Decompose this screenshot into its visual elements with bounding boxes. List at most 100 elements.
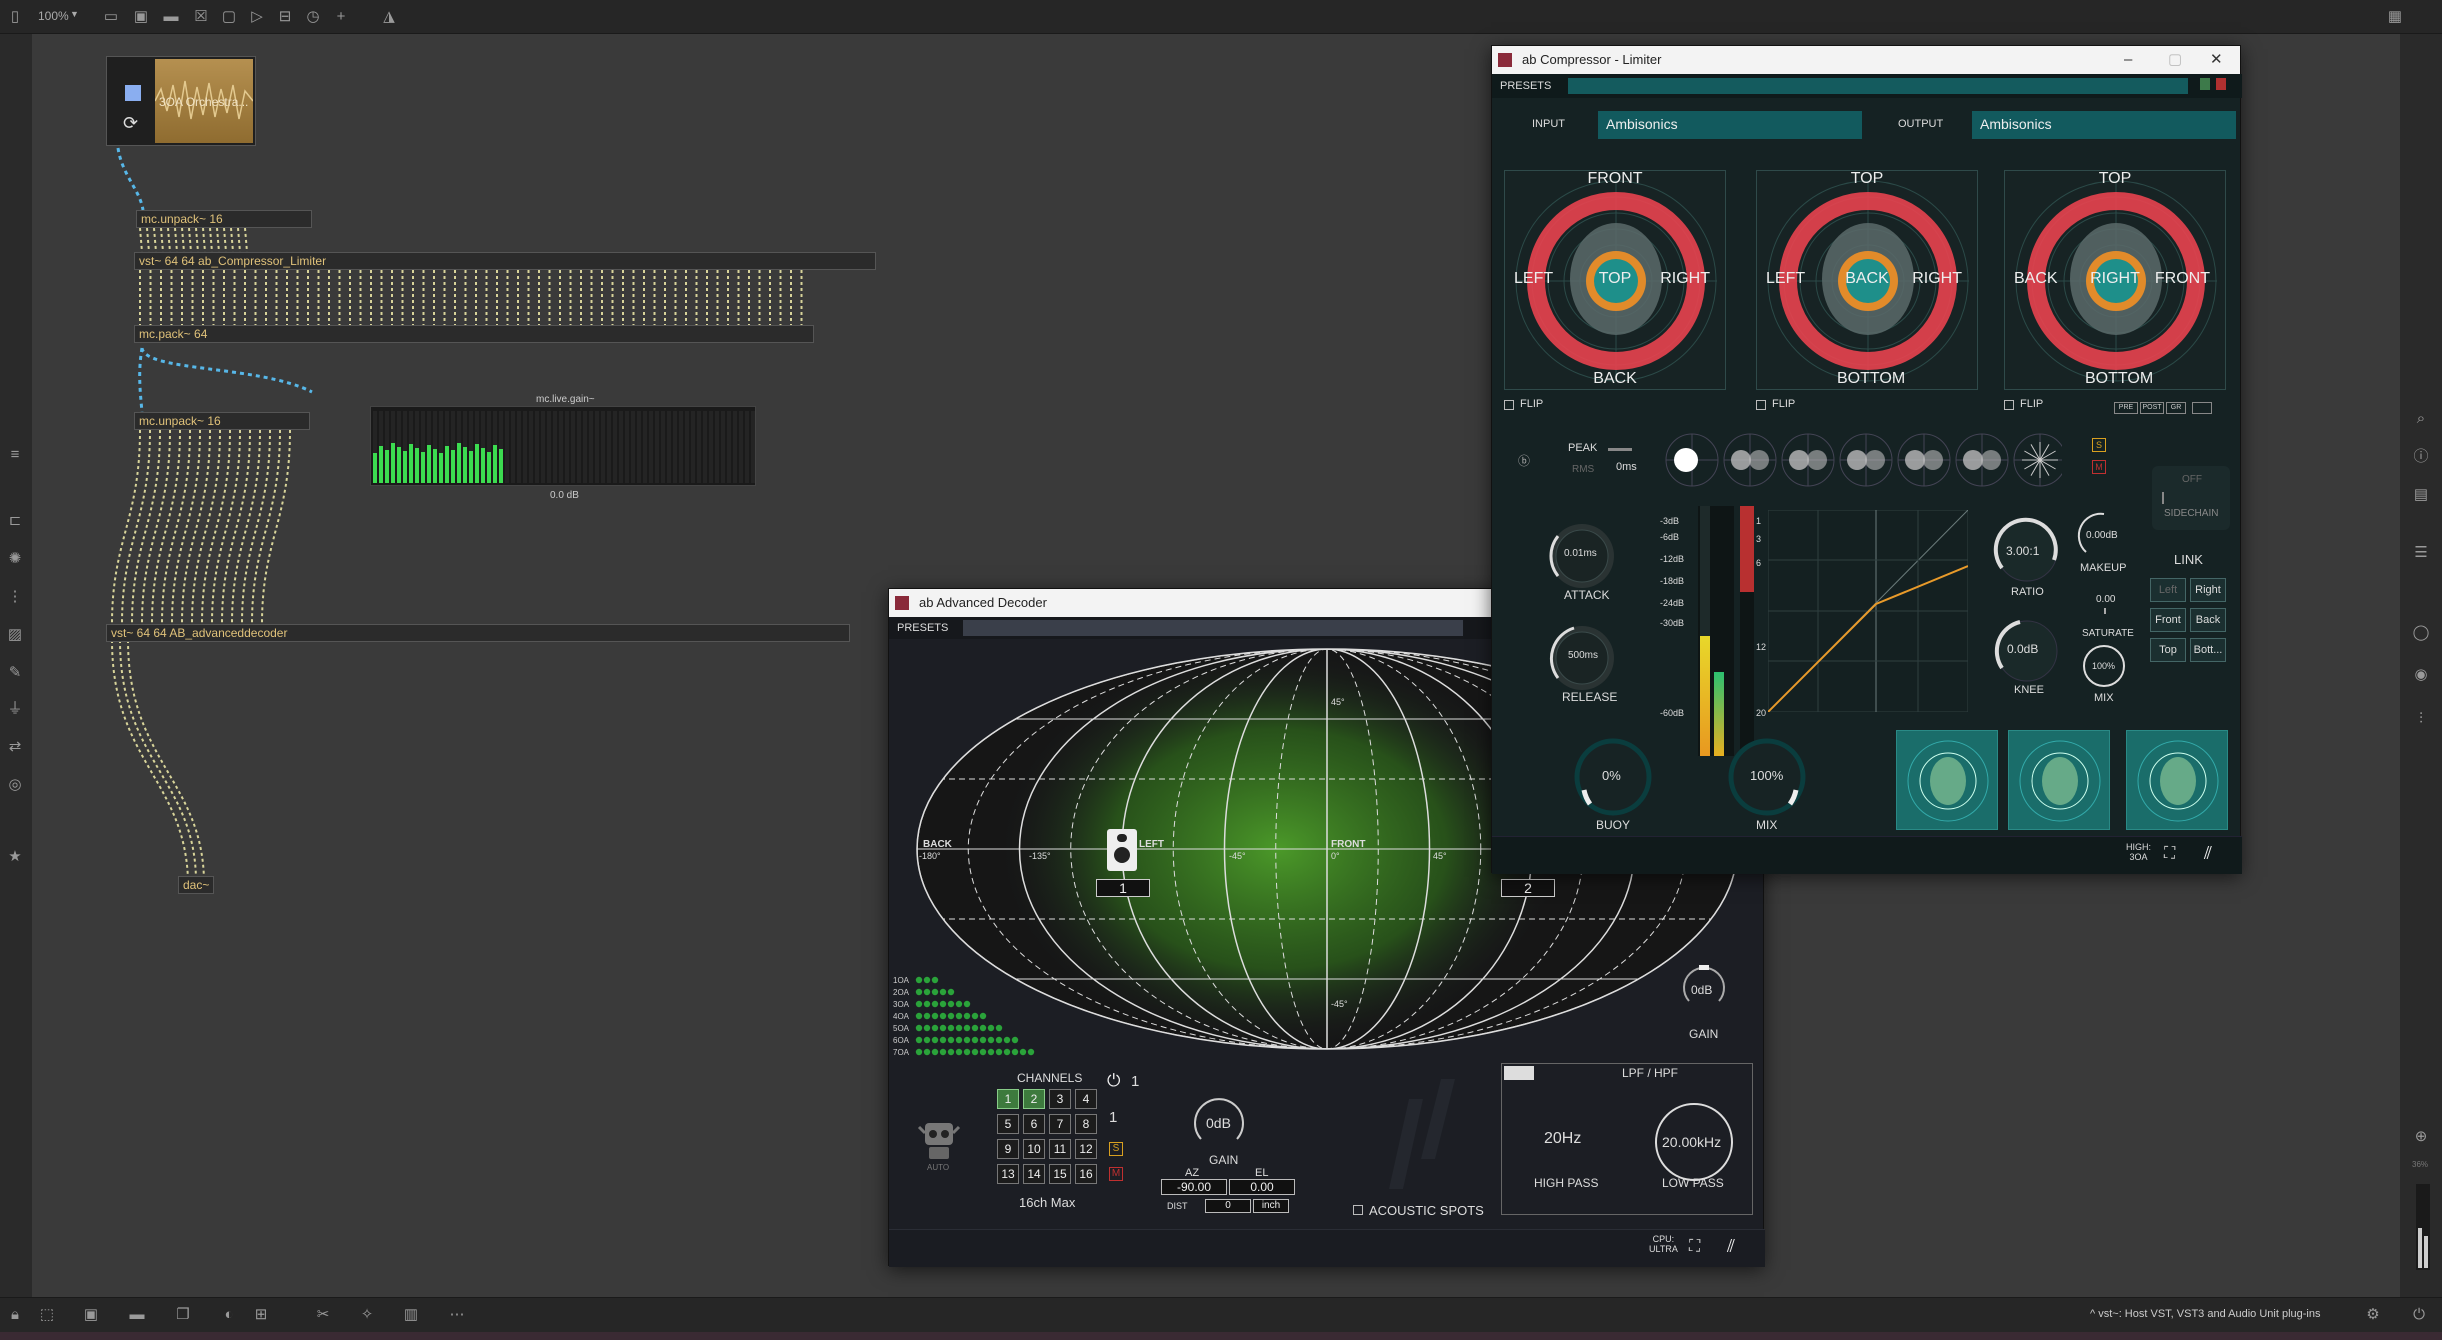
delete-preset-icon[interactable] xyxy=(2216,78,2226,90)
settings-icon[interactable]: ⚙ xyxy=(2362,1306,2384,1324)
close-button[interactable]: ✕ xyxy=(2210,46,2223,74)
link-left-button[interactable]: Left xyxy=(2150,578,2186,602)
peak-rms-slider[interactable] xyxy=(1608,448,1632,451)
lon-label-4: 45° xyxy=(1433,851,1447,861)
quality-mode[interactable]: HIGH: 3OA xyxy=(2126,842,2151,862)
flip-checkbox-2[interactable] xyxy=(1756,400,1766,410)
bypass-icon[interactable]: ⓑ xyxy=(1518,452,1530,469)
layers-icon[interactable]: ❐ xyxy=(172,1306,194,1324)
select-icon[interactable]: ⬚ xyxy=(36,1306,58,1324)
sidechain-panel[interactable]: OFF SIDECHAIN xyxy=(2152,466,2230,530)
channel-button-2[interactable]: 2 xyxy=(1023,1089,1045,1109)
mc-unpack-object-1[interactable]: mc.unpack~ 16 xyxy=(136,210,312,228)
rms-label[interactable]: RMS xyxy=(1572,464,1594,475)
auto-robot-icon[interactable] xyxy=(915,1115,963,1163)
meter-slider[interactable] xyxy=(2192,402,2212,414)
vst-decoder-object[interactable]: vst~ 64 64 AB_advanceddecoder xyxy=(106,624,850,642)
channel-button-12[interactable]: 12 xyxy=(1075,1139,1097,1159)
present-icon[interactable]: ▣ xyxy=(80,1306,102,1324)
channel-button-7[interactable]: 7 xyxy=(1049,1114,1071,1134)
channel-button-15[interactable]: 15 xyxy=(1049,1164,1071,1184)
piano-icon[interactable]: ▥ xyxy=(400,1306,422,1324)
speaker-1-number[interactable]: 1 xyxy=(1096,879,1150,897)
fullscreen-icon[interactable]: ⛶ xyxy=(2164,845,2175,863)
solo-button[interactable]: S xyxy=(1109,1142,1123,1156)
grid-icon[interactable]: ⊞ xyxy=(250,1306,272,1324)
filter-shape-icon[interactable] xyxy=(1504,1066,1534,1080)
dist-input[interactable]: 0 xyxy=(1205,1199,1251,1213)
pre-button[interactable]: PRE xyxy=(2114,402,2138,414)
sample-player[interactable]: ⟳ 3OA Orchestra... xyxy=(106,56,256,146)
output-select[interactable]: Ambisonics xyxy=(1972,111,2236,139)
stop-icon[interactable] xyxy=(125,85,141,101)
meter-right xyxy=(1714,672,1724,756)
channel-button-14[interactable]: 14 xyxy=(1023,1164,1045,1184)
link-back-button[interactable]: Back xyxy=(2190,608,2226,632)
head-thumb-1[interactable] xyxy=(1896,730,1998,830)
grid-dots-icon[interactable]: ⋯ xyxy=(446,1306,468,1324)
channel-button-10[interactable]: 10 xyxy=(1023,1139,1045,1159)
power-icon[interactable]: ⏻ xyxy=(2408,1306,2430,1324)
mc-live-gain[interactable] xyxy=(370,406,756,486)
compressor-presets-field[interactable] xyxy=(1568,78,2188,94)
order-dot xyxy=(915,1012,923,1020)
el-input[interactable]: 0.00 xyxy=(1229,1179,1295,1195)
compressor-titlebar[interactable]: ab Compressor - Limiter – ▢ ✕ xyxy=(1492,46,2240,74)
wrench-icon[interactable]: ✧ xyxy=(356,1306,378,1324)
band-shape-mark xyxy=(1847,450,1867,470)
channel-button-1[interactable]: 1 xyxy=(997,1089,1019,1109)
channel-button-16[interactable]: 16 xyxy=(1075,1164,1097,1184)
comment-icon[interactable]: ▬ xyxy=(126,1306,148,1324)
channel-button-4[interactable]: 4 xyxy=(1075,1089,1097,1109)
channel-button-6[interactable]: 6 xyxy=(1023,1114,1045,1134)
vst-compressor-object[interactable]: vst~ 64 64 ab_Compressor_Limiter xyxy=(134,252,876,270)
channel-button-5[interactable]: 5 xyxy=(997,1114,1019,1134)
transfer-curve[interactable] xyxy=(1768,510,1968,712)
mute-icon[interactable]: ◐ xyxy=(218,1306,240,1324)
mc-pack-object[interactable]: mc.pack~ 64 xyxy=(134,325,814,343)
az-input[interactable]: -90.00 xyxy=(1161,1179,1227,1195)
order-dot xyxy=(995,1048,1003,1056)
link-front-button[interactable]: Front xyxy=(2150,608,2186,632)
solo-button[interactable]: S xyxy=(2092,438,2106,452)
mute-button[interactable]: M xyxy=(2092,460,2106,474)
head-thumb-3[interactable] xyxy=(2126,730,2228,830)
cpu-mode[interactable]: CPU: ULTRA xyxy=(1649,1234,1678,1254)
acoustic-spots-checkbox[interactable] xyxy=(1353,1205,1363,1215)
debug-icon[interactable]: ✂ xyxy=(312,1306,334,1324)
minimize-button[interactable]: – xyxy=(2124,46,2132,74)
post-button[interactable]: POST xyxy=(2140,402,2164,414)
mc-unpack-object-2[interactable]: mc.unpack~ 16 xyxy=(134,412,310,430)
channel-button-13[interactable]: 13 xyxy=(997,1164,1019,1184)
maximize-button[interactable]: ▢ xyxy=(2168,46,2182,74)
channel-button-3[interactable]: 3 xyxy=(1049,1089,1071,1109)
power-icon[interactable]: ⏻ xyxy=(1107,1071,1120,1091)
peak-time: 0ms xyxy=(1616,461,1637,473)
dac-object[interactable]: dac~ xyxy=(178,876,214,894)
high-pass-value[interactable]: 20Hz xyxy=(1544,1130,1581,1148)
gr-button[interactable]: GR xyxy=(2166,402,2186,414)
link-bottom-button[interactable]: Bott... xyxy=(2190,638,2226,662)
channel-button-8[interactable]: 8 xyxy=(1075,1114,1097,1134)
speaker-1-icon[interactable] xyxy=(1107,829,1137,871)
save-preset-icon[interactable] xyxy=(2200,78,2210,90)
decoder-presets-label: PRESETS xyxy=(897,622,949,634)
flip-checkbox-1[interactable] xyxy=(1504,400,1514,410)
channel-button-9[interactable]: 9 xyxy=(997,1139,1019,1159)
speaker-2-number[interactable]: 2 xyxy=(1501,879,1555,897)
loop-icon[interactable]: ⟳ xyxy=(123,113,138,134)
link-top-button[interactable]: Top xyxy=(2150,638,2186,662)
lock-icon[interactable]: 🔒︎ xyxy=(4,1306,26,1324)
channel-button-11[interactable]: 11 xyxy=(1049,1139,1071,1159)
peak-label[interactable]: PEAK xyxy=(1568,442,1597,454)
decoder-presets-field[interactable] xyxy=(963,620,1463,636)
fullscreen-icon[interactable]: ⛶ xyxy=(1689,1238,1700,1256)
unit-select[interactable]: inch xyxy=(1253,1199,1289,1213)
saturate-value[interactable]: 0.00 xyxy=(2096,594,2115,605)
link-right-button[interactable]: Right xyxy=(2190,578,2226,602)
mute-button[interactable]: M xyxy=(1109,1167,1123,1181)
input-select[interactable]: Ambisonics xyxy=(1598,111,1862,139)
band-shapes[interactable] xyxy=(1662,430,2062,490)
head-thumb-2[interactable] xyxy=(2008,730,2110,830)
flip-checkbox-3[interactable] xyxy=(2004,400,2014,410)
